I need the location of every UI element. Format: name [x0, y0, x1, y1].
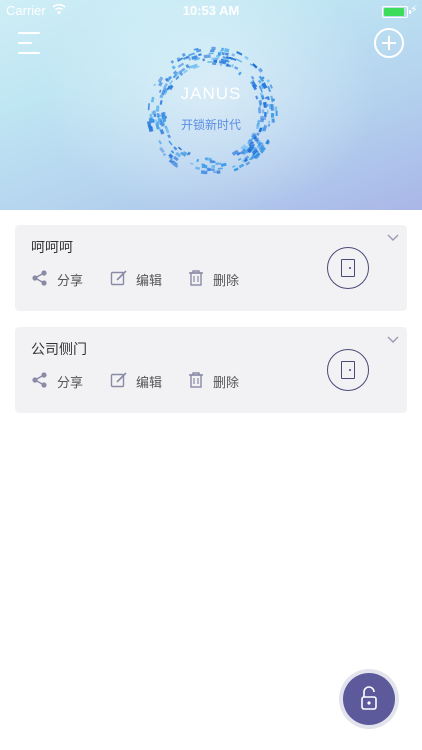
edit-icon — [110, 270, 127, 286]
edit-button[interactable]: 编辑 — [110, 371, 172, 391]
delete-button[interactable]: 删除 — [187, 371, 249, 391]
share-button[interactable]: 分享 — [31, 371, 91, 391]
trash-icon — [189, 372, 203, 388]
share-label: 分享 — [57, 376, 84, 391]
edit-label: 编辑 — [136, 274, 163, 289]
open-door-button[interactable] — [327, 349, 369, 391]
logo-ring — [146, 46, 278, 175]
header-banner: Carrier 10:53 AM ⚡ JANUS 开锁新时代 — [0, 0, 422, 210]
lock-card[interactable]: 呵呵呵 分享 编辑 删除 — [15, 225, 407, 311]
delete-label: 删除 — [213, 274, 240, 289]
edit-label: 编辑 — [136, 376, 163, 391]
share-icon — [32, 270, 47, 286]
clock: 10:53 AM — [182, 3, 240, 18]
share-button[interactable]: 分享 — [31, 269, 91, 289]
open-door-button[interactable] — [327, 247, 369, 289]
brand-slogan: 开锁新时代 — [180, 118, 241, 132]
share-label: 分享 — [57, 274, 84, 289]
chevron-down-icon[interactable] — [387, 233, 399, 243]
chevron-down-icon[interactable] — [387, 335, 399, 345]
charging-icon: ⚡ — [410, 3, 418, 16]
share-icon — [32, 372, 47, 388]
lock-name: 呵呵呵 — [31, 240, 73, 256]
unlock-icon — [361, 686, 377, 710]
lock-name: 公司侧门 — [31, 342, 87, 358]
menu-icon[interactable] — [18, 30, 46, 56]
trash-icon — [189, 270, 203, 286]
delete-button[interactable]: 删除 — [187, 269, 249, 289]
plus-circle-icon[interactable] — [374, 28, 404, 58]
unlock-button[interactable] — [343, 673, 395, 725]
brand-title: JANUS — [180, 84, 242, 103]
battery-icon — [382, 6, 411, 18]
door-icon — [341, 259, 355, 277]
edit-icon — [110, 372, 127, 388]
lock-card[interactable]: 公司侧门 分享 编辑 删除 — [15, 327, 407, 413]
delete-label: 删除 — [213, 376, 240, 391]
status-bar: Carrier 10:53 AM ⚡ — [0, 0, 422, 22]
edit-button[interactable]: 编辑 — [110, 269, 172, 289]
door-icon — [341, 361, 355, 379]
